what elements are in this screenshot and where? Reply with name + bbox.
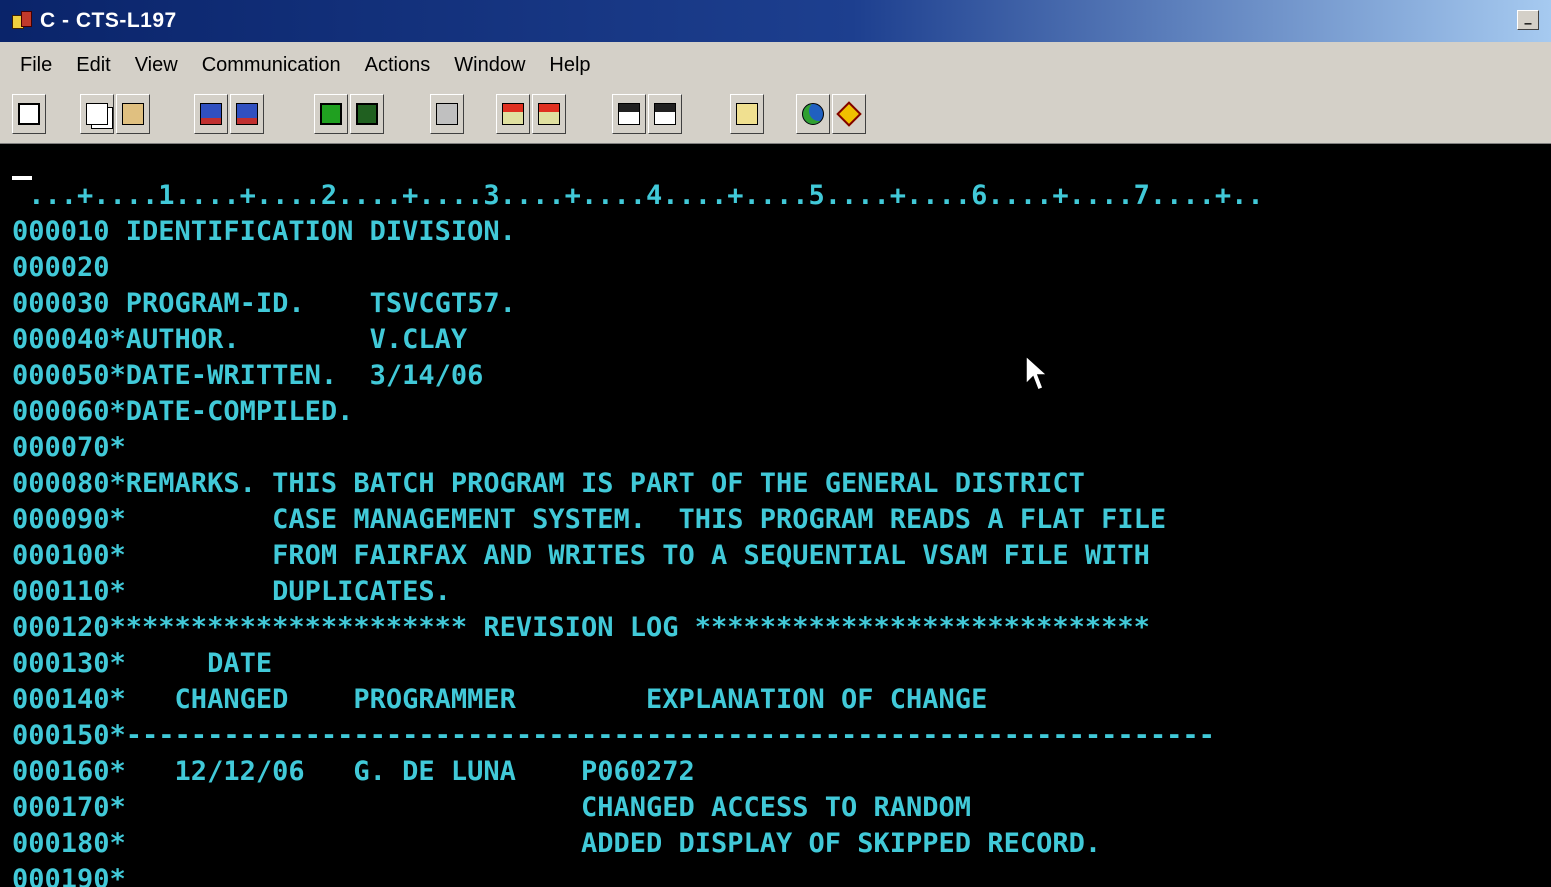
send-file-icon (200, 103, 222, 125)
help-button[interactable] (832, 94, 866, 134)
source-line: 000100* FROM FAIRFAX AND WRITES TO A SEQ… (12, 540, 1150, 571)
play-macro-button[interactable] (612, 94, 646, 134)
window-title: C - CTS-L197 (40, 9, 177, 32)
source-line: 000110* DUPLICATES. (12, 576, 451, 607)
record-macro-icon (502, 103, 524, 125)
stop-macro-icon (538, 103, 560, 125)
menu-window[interactable]: Window (442, 42, 537, 88)
source-line: 000080*REMARKS. THIS BATCH PROGRAM IS PA… (12, 468, 1085, 499)
menu-bar: File Edit View Communication Actions Win… (0, 42, 1551, 88)
keyboard-map-button[interactable] (430, 94, 464, 134)
source-line: 000160* 12/12/06 G. DE LUNA P060272 (12, 756, 695, 787)
menu-view[interactable]: View (123, 42, 190, 88)
display-session-icon (18, 103, 40, 125)
app-icon (12, 11, 32, 31)
host-session-button[interactable] (350, 94, 384, 134)
display-session-button[interactable] (12, 94, 46, 134)
menu-communication[interactable]: Communication (190, 42, 353, 88)
toolbar (0, 88, 1551, 144)
play-macro-icon (618, 103, 640, 125)
source-line: 000180* ADDED DISPLAY OF SKIPPED RECORD. (12, 828, 1102, 859)
display-icon (320, 103, 342, 125)
help-icon (836, 101, 862, 127)
title-bar[interactable]: C - CTS-L197 _ (0, 0, 1551, 42)
menu-edit[interactable]: Edit (64, 42, 122, 88)
macro-list-icon (654, 103, 676, 125)
menu-help[interactable]: Help (537, 42, 602, 88)
display-button[interactable] (314, 94, 348, 134)
receive-file-button[interactable] (230, 94, 264, 134)
keyboard-map-icon (436, 103, 458, 125)
copy-button[interactable] (80, 94, 114, 134)
host-session-icon (356, 103, 378, 125)
source-line: 000170* CHANGED ACCESS TO RANDOM (12, 792, 972, 823)
terminal-screen[interactable]: ...+....1....+....2....+....3....+....4.… (0, 144, 1551, 887)
source-line: 000020 (12, 252, 110, 283)
macro-list-button[interactable] (648, 94, 682, 134)
globe-icon (802, 103, 824, 125)
menu-actions[interactable]: Actions (353, 42, 443, 88)
source-line: 000190* (12, 864, 126, 887)
source-line: 000030 PROGRAM-ID. TSVCGT57. (12, 288, 516, 319)
source-line: 000090* CASE MANAGEMENT SYSTEM. THIS PRO… (12, 504, 1167, 535)
source-line: 000140* CHANGED PROGRAMMER EXPLANATION O… (12, 684, 988, 715)
column-ruler: ...+....1....+....2....+....3....+....4.… (12, 180, 1264, 211)
clipboard-icon (736, 103, 758, 125)
source-line: 000050*DATE-WRITTEN. 3/14/06 (12, 360, 484, 391)
record-macro-button[interactable] (496, 94, 530, 134)
paste-icon (122, 103, 144, 125)
paste-button[interactable] (116, 94, 150, 134)
source-line: 000060*DATE-COMPILED. (12, 396, 354, 427)
clipboard-button[interactable] (730, 94, 764, 134)
copy-icon (86, 103, 108, 125)
receive-file-icon (236, 103, 258, 125)
source-line: 000010 IDENTIFICATION DIVISION. (12, 216, 516, 247)
mouse-pointer-icon (1025, 354, 1048, 391)
source-line: 000120********************** REVISION LO… (12, 612, 1150, 643)
menu-file[interactable]: File (0, 42, 64, 88)
source-line: 000150*---------------------------------… (12, 720, 1215, 751)
source-line: 000040*AUTHOR. V.CLAY (12, 324, 468, 355)
globe-button[interactable] (796, 94, 830, 134)
minimize-button[interactable]: _ (1517, 10, 1539, 30)
source-line: 000130* DATE (12, 648, 273, 679)
source-line: 000070* (12, 432, 126, 463)
send-file-button[interactable] (194, 94, 228, 134)
stop-macro-button[interactable] (532, 94, 566, 134)
